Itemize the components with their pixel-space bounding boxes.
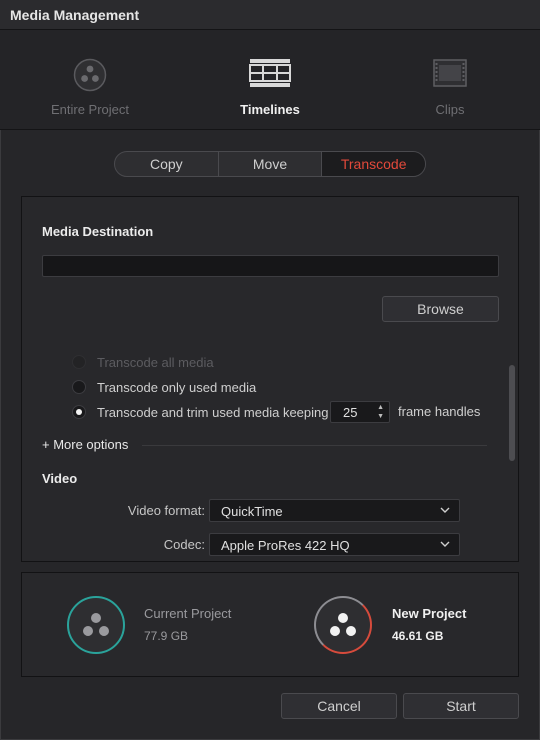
tab-clips[interactable]: Clips [360,30,540,130]
cancel-button[interactable]: Cancel [281,693,397,719]
new-project-icon [314,596,372,654]
radio-label: Transcode only used media [97,379,257,395]
timeline-icon [249,58,291,93]
stepper-arrows-icon[interactable]: ▲ ▼ [377,403,384,421]
action-selector: Copy Move Transcode [114,151,426,177]
current-project-icon [67,596,125,654]
mode-tabs: Entire Project Timelines Clips [0,30,540,160]
video-heading: Video [42,471,78,486]
title-bar: Media Management [0,0,540,30]
media-destination-heading: Media Destination [42,224,154,239]
frame-handles-stepper[interactable]: 25 ▲ ▼ [330,401,390,423]
new-project-size: 46.61 GB [392,629,444,643]
panel-scrollbar[interactable] [509,365,515,461]
radio-label: Transcode and trim used media keeping [97,404,329,420]
radio-label: Transcode all media [97,354,214,370]
radio-button [72,405,86,419]
copy-option[interactable]: Copy [115,152,219,176]
window-title: Media Management [10,7,140,23]
chevron-down-icon [440,538,450,553]
frame-handles-label: frame handles [398,404,481,419]
transcode-used-radio[interactable]: Transcode only used media [72,378,256,396]
radio-button [72,355,86,369]
more-options-toggle[interactable]: + More options [42,437,128,452]
move-option[interactable]: Move [219,152,323,176]
start-button[interactable]: Start [403,693,519,719]
tab-label: Clips [435,102,465,117]
radio-button [72,380,86,394]
transcode-all-radio[interactable]: Transcode all media [72,353,214,371]
project-summary: Current Project 77.9 GB New Project 46.6… [21,572,519,677]
tab-label: Timelines [240,102,300,117]
video-format-label: Video format: [127,503,205,518]
codec-select[interactable]: Apple ProRes 422 HQ [209,533,460,556]
tab-label: Entire Project [50,102,130,117]
divider [142,445,487,446]
clips-icon [433,58,467,93]
new-project-name: New Project [392,606,467,621]
tab-timelines[interactable]: Timelines [180,30,360,130]
video-format-value: QuickTime [221,504,283,519]
transcode-trim-radio[interactable]: Transcode and trim used media keeping [72,403,328,421]
current-project-size: 77.9 GB [144,629,189,643]
transcode-option[interactable]: Transcode [322,152,425,176]
current-project-name: Current Project [144,606,232,621]
video-format-select[interactable]: QuickTime [209,499,460,522]
chevron-down-icon [440,504,450,519]
tab-entire-project[interactable]: Entire Project [0,30,180,130]
browse-button[interactable]: Browse [382,296,499,322]
codec-value: Apple ProRes 422 HQ [221,538,350,553]
codec-label: Codec: [163,537,205,552]
media-destination-field[interactable] [42,255,499,277]
frame-handles-value: 25 [343,405,358,420]
options-panel: Media Destination Browse Transcode all m… [21,196,519,562]
davinci-logo-icon [73,58,107,97]
